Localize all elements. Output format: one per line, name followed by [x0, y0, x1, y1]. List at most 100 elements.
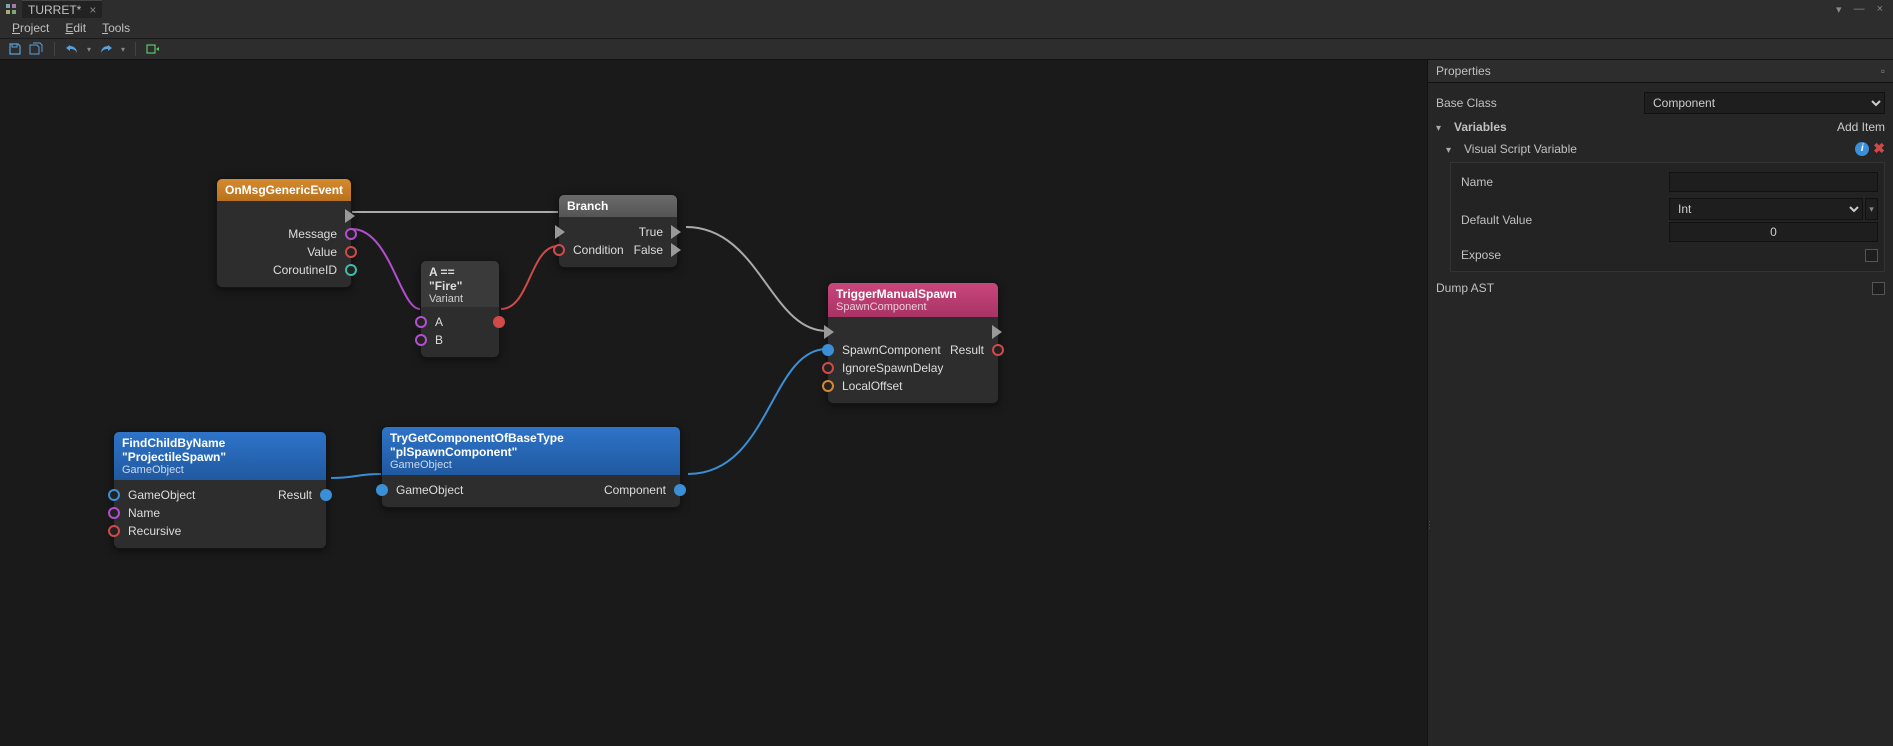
port-message[interactable] — [345, 228, 357, 240]
node-title: OnMsgGenericEvent — [225, 183, 343, 197]
row-variables[interactable]: Variables Add Item — [1436, 117, 1885, 137]
port-condition[interactable] — [553, 244, 565, 256]
port-exec-in[interactable] — [824, 325, 834, 339]
base-class-select[interactable]: Component — [1644, 92, 1885, 114]
port-exec-in[interactable] — [555, 225, 565, 239]
port-coroutineid[interactable] — [345, 264, 357, 276]
node-header[interactable]: FindChildByName "ProjectileSpawn" GameOb… — [114, 432, 326, 480]
port-result[interactable] — [320, 489, 332, 501]
port-ignorespawndelay[interactable] — [822, 362, 834, 374]
window-controls: ▾ — × — [1836, 3, 1889, 16]
separator — [54, 42, 55, 56]
menu-edit[interactable]: EditEdit — [57, 19, 94, 37]
node-subtitle: GameObject — [390, 459, 672, 471]
label-base-class: Base Class — [1436, 96, 1636, 110]
port-recursive[interactable] — [108, 525, 120, 537]
titlebar: TURRET* × ▾ — × — [0, 0, 1893, 18]
add-item-button[interactable]: Add Item — [1837, 120, 1885, 134]
properties-title-bar[interactable]: Properties ▫ — [1428, 60, 1893, 83]
compile-icon[interactable] — [144, 40, 162, 58]
graph-canvas[interactable]: OnMsgGenericEvent Message Value Coroutin… — [0, 60, 1427, 746]
menu-project[interactable]: PProjectroject — [4, 19, 57, 37]
node-title: A == "Fire" — [429, 265, 491, 293]
label-default-value: Default Value — [1461, 213, 1661, 227]
expose-checkbox[interactable] — [1865, 249, 1878, 262]
port-label-b: B — [435, 333, 443, 347]
type-extra-button[interactable]: ▾ — [1865, 198, 1878, 220]
port-label-recursive: Recursive — [128, 524, 181, 538]
dump-ast-checkbox[interactable] — [1872, 282, 1885, 295]
port-result[interactable] — [493, 316, 505, 328]
port-value[interactable] — [345, 246, 357, 258]
port-false-exec[interactable] — [671, 243, 681, 257]
label-variables: Variables — [1454, 120, 1507, 134]
menu-tools[interactable]: ToolsTools — [94, 19, 138, 37]
port-label-component: Component — [604, 483, 666, 497]
node-title: TryGetComponentOfBaseType "plSpawnCompon… — [390, 431, 672, 459]
port-label-gameobject: GameObject — [396, 483, 463, 497]
node-branch[interactable]: Branch True Condition False — [558, 194, 678, 268]
undo-icon[interactable] — [63, 40, 81, 58]
close-icon[interactable]: × — [1877, 3, 1883, 16]
caret-icon[interactable] — [1436, 120, 1446, 134]
node-findchildbyname[interactable]: FindChildByName "ProjectileSpawn" GameOb… — [113, 431, 327, 549]
content: OnMsgGenericEvent Message Value Coroutin… — [0, 60, 1893, 746]
info-icon[interactable]: i — [1855, 142, 1869, 156]
port-localoffset[interactable] — [822, 380, 834, 392]
port-a[interactable] — [415, 316, 427, 328]
node-subtitle: Variant — [429, 293, 491, 305]
port-label-false: False — [634, 243, 663, 257]
node-title: Branch — [567, 199, 608, 213]
port-label-gameobject: GameObject — [128, 488, 195, 502]
node-title: TriggerManualSpawn — [836, 287, 990, 301]
port-label-name: Name — [128, 506, 160, 520]
panel-undock-icon[interactable]: ▫ — [1881, 64, 1885, 78]
port-exec-out[interactable] — [992, 325, 1002, 339]
node-triggermanualspawn[interactable]: TriggerManualSpawn SpawnComponent SpawnC… — [827, 282, 999, 404]
row-name: Name — [1461, 169, 1878, 195]
default-value-type-select[interactable]: Int — [1669, 198, 1863, 220]
row-default-value: Default Value Int ▾ — [1461, 195, 1878, 245]
row-vsv[interactable]: Visual Script Variable i ✖ — [1436, 137, 1885, 160]
label-vsv: Visual Script Variable — [1464, 142, 1577, 156]
minimize-icon[interactable]: — — [1854, 3, 1865, 16]
node-header[interactable]: Branch — [559, 195, 677, 217]
undo-dropdown-icon[interactable]: ▾ — [85, 40, 93, 58]
node-header[interactable]: OnMsgGenericEvent — [217, 179, 351, 201]
node-equals-fire[interactable]: A == "Fire" Variant A B — [420, 260, 500, 358]
document-tab[interactable]: TURRET* × — [22, 0, 102, 18]
port-label-localoffset: LocalOffset — [842, 379, 902, 393]
tab-close-icon[interactable]: × — [89, 3, 96, 17]
panel-title: Properties — [1436, 64, 1491, 78]
port-b[interactable] — [415, 334, 427, 346]
port-exec-out[interactable] — [345, 209, 355, 223]
save-all-icon[interactable] — [28, 40, 46, 58]
node-trygetcomponent[interactable]: TryGetComponentOfBaseType "plSpawnCompon… — [381, 426, 681, 508]
dropdown-icon[interactable]: ▾ — [1836, 3, 1842, 16]
port-gameobject[interactable] — [108, 489, 120, 501]
node-onmsggenericevent[interactable]: OnMsgGenericEvent Message Value Coroutin… — [216, 178, 352, 288]
row-base-class: Base Class Component — [1436, 89, 1885, 117]
port-gameobject[interactable] — [376, 484, 388, 496]
caret-icon[interactable] — [1446, 142, 1456, 156]
port-result[interactable] — [992, 344, 1004, 356]
name-input[interactable] — [1669, 172, 1878, 192]
port-label-true: True — [639, 225, 663, 239]
port-name[interactable] — [108, 507, 120, 519]
port-spawncomponent[interactable] — [822, 344, 834, 356]
node-header[interactable]: TryGetComponentOfBaseType "plSpawnCompon… — [382, 427, 680, 475]
toolbar: ▾ ▾ — [0, 38, 1893, 60]
redo-icon[interactable] — [97, 40, 115, 58]
node-header[interactable]: A == "Fire" Variant — [421, 261, 499, 307]
panel-resize-grip[interactable]: ⋮ — [1425, 520, 1432, 531]
node-header[interactable]: TriggerManualSpawn SpawnComponent — [828, 283, 998, 317]
node-subtitle: GameObject — [122, 464, 318, 476]
label-expose: Expose — [1461, 248, 1661, 262]
delete-icon[interactable]: ✖ — [1873, 140, 1885, 157]
default-value-number-input[interactable] — [1669, 222, 1878, 242]
port-label-coroutineid: CoroutineID — [273, 263, 337, 277]
port-component[interactable] — [674, 484, 686, 496]
save-icon[interactable] — [6, 40, 24, 58]
redo-dropdown-icon[interactable]: ▾ — [119, 40, 127, 58]
port-true-exec[interactable] — [671, 225, 681, 239]
